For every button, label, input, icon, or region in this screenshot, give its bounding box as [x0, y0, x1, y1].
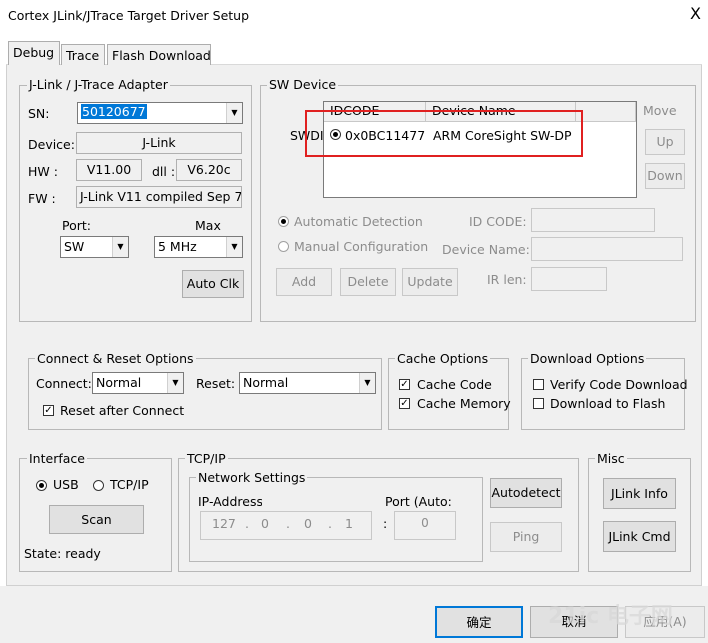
scan-button[interactable]: Scan: [49, 505, 144, 534]
hw-label: HW :: [28, 164, 58, 179]
reset-after-connect-checkbox[interactable]: ✓: [43, 405, 54, 416]
verify-code-download-checkbox[interactable]: [533, 379, 544, 390]
window-title: Cortex JLink/JTrace Target Driver Setup: [8, 8, 250, 23]
dll-value: V6.20c: [176, 159, 242, 181]
chevron-down-icon[interactable]: ▼: [226, 237, 242, 257]
delete-button[interactable]: Delete: [340, 268, 396, 296]
misc-group: [588, 458, 691, 572]
ip-address-label: IP-Address: [198, 494, 262, 509]
id-code-label: ID CODE:: [469, 214, 527, 229]
red-highlight-box: [305, 110, 583, 157]
add-button[interactable]: Add: [276, 268, 332, 296]
move-up-button[interactable]: Up: [645, 129, 685, 155]
auto-clk-button[interactable]: Auto Clk: [182, 270, 244, 298]
automatic-detection-label[interactable]: Automatic Detection: [294, 214, 423, 229]
sn-dropdown[interactable]: 50120677: [77, 102, 243, 124]
tcpip-group-title: TCP/IP: [185, 451, 228, 466]
tab-flash-download[interactable]: Flash Download: [107, 44, 211, 65]
misc-group-title: Misc: [595, 451, 627, 466]
port-colon: :: [383, 516, 388, 531]
ip-dot: .: [286, 516, 290, 531]
cache-memory-checkbox[interactable]: ✓: [399, 398, 410, 409]
port-auto-label: Port (Auto:: [385, 494, 452, 509]
ip-dot: .: [245, 516, 249, 531]
sn-value: 50120677: [81, 104, 147, 119]
tcpip-radio-label[interactable]: TCP/IP: [110, 477, 149, 492]
sn-label: SN:: [28, 106, 50, 121]
reset-after-connect-label[interactable]: Reset after Connect: [60, 403, 184, 418]
download-to-flash-label[interactable]: Download to Flash: [550, 396, 665, 411]
verify-code-download-label[interactable]: Verify Code Download: [550, 377, 688, 392]
jlink-cmd-button[interactable]: JLink Cmd: [603, 521, 676, 552]
manual-configuration-radio[interactable]: [278, 241, 289, 252]
close-icon[interactable]: X: [690, 6, 701, 22]
sw-device-group-title: SW Device: [267, 77, 339, 92]
jlink-info-button[interactable]: JLink Info: [603, 478, 676, 509]
ok-button[interactable]: 确定: [435, 606, 523, 638]
connect-reset-group-title: Connect & Reset Options: [35, 351, 196, 366]
id-code-field[interactable]: [531, 208, 655, 232]
connect-label: Connect:: [36, 376, 92, 391]
dll-label: dll :: [152, 164, 176, 179]
port-field[interactable]: 0: [394, 511, 456, 540]
ping-button[interactable]: Ping: [490, 522, 562, 552]
port-label: Port:: [62, 218, 91, 233]
connect-reset-group: [28, 358, 382, 430]
reset-select[interactable]: Normal: [239, 372, 376, 394]
usb-radio[interactable]: [36, 480, 47, 491]
reset-label: Reset:: [196, 376, 236, 391]
watermark: 21ic 电子网: [548, 604, 673, 629]
device-label: Device:: [28, 137, 75, 152]
tcpip-radio[interactable]: [93, 480, 104, 491]
cache-code-checkbox[interactable]: ✓: [399, 379, 410, 390]
adapter-group-title: J-Link / J-Trace Adapter: [27, 77, 170, 92]
interface-group-title: Interface: [27, 451, 87, 466]
move-down-button[interactable]: Down: [645, 163, 685, 189]
device-name-label: Device Name:: [442, 242, 530, 257]
device-name-field[interactable]: [531, 237, 683, 261]
ip-octet-1: 127: [212, 516, 236, 531]
cache-options-group-title: Cache Options: [395, 351, 491, 366]
update-button[interactable]: Update: [402, 268, 458, 296]
chevron-down-icon[interactable]: ▼: [167, 373, 183, 393]
move-label: Move: [643, 103, 677, 118]
autodetect-button[interactable]: Autodetect: [490, 478, 562, 508]
cache-memory-label[interactable]: Cache Memory: [417, 396, 511, 411]
fw-value: J-Link V11 compiled Sep 7: [76, 186, 242, 208]
ir-len-label: IR len:: [487, 272, 527, 287]
automatic-detection-radio[interactable]: [278, 216, 289, 227]
hw-value: V11.00: [76, 159, 142, 181]
state-text: State: ready: [24, 546, 101, 561]
ip-octet-3: 0: [304, 516, 312, 531]
max-label: Max: [195, 218, 221, 233]
download-to-flash-checkbox[interactable]: [533, 398, 544, 409]
chevron-down-icon[interactable]: ▼: [359, 373, 375, 393]
chevron-down-icon[interactable]: ▼: [112, 237, 128, 257]
tab-trace[interactable]: Trace: [61, 44, 105, 65]
cache-options-group: [388, 358, 509, 430]
ip-octet-2: 0: [261, 516, 269, 531]
download-options-group: [521, 358, 685, 430]
manual-configuration-label[interactable]: Manual Configuration: [294, 239, 428, 254]
ip-dot: .: [328, 516, 332, 531]
chevron-down-icon[interactable]: ▼: [226, 103, 242, 123]
ir-len-field[interactable]: [531, 267, 607, 291]
download-options-group-title: Download Options: [528, 351, 647, 366]
cache-code-label[interactable]: Cache Code: [417, 377, 492, 392]
extra-column-header: [576, 102, 636, 122]
fw-label: FW :: [28, 191, 56, 206]
usb-label[interactable]: USB: [53, 477, 79, 492]
tab-debug[interactable]: Debug: [8, 41, 60, 65]
device-value: J-Link: [76, 132, 242, 154]
network-settings-title: Network Settings: [196, 470, 308, 485]
ip-octet-4: 1: [345, 516, 353, 531]
